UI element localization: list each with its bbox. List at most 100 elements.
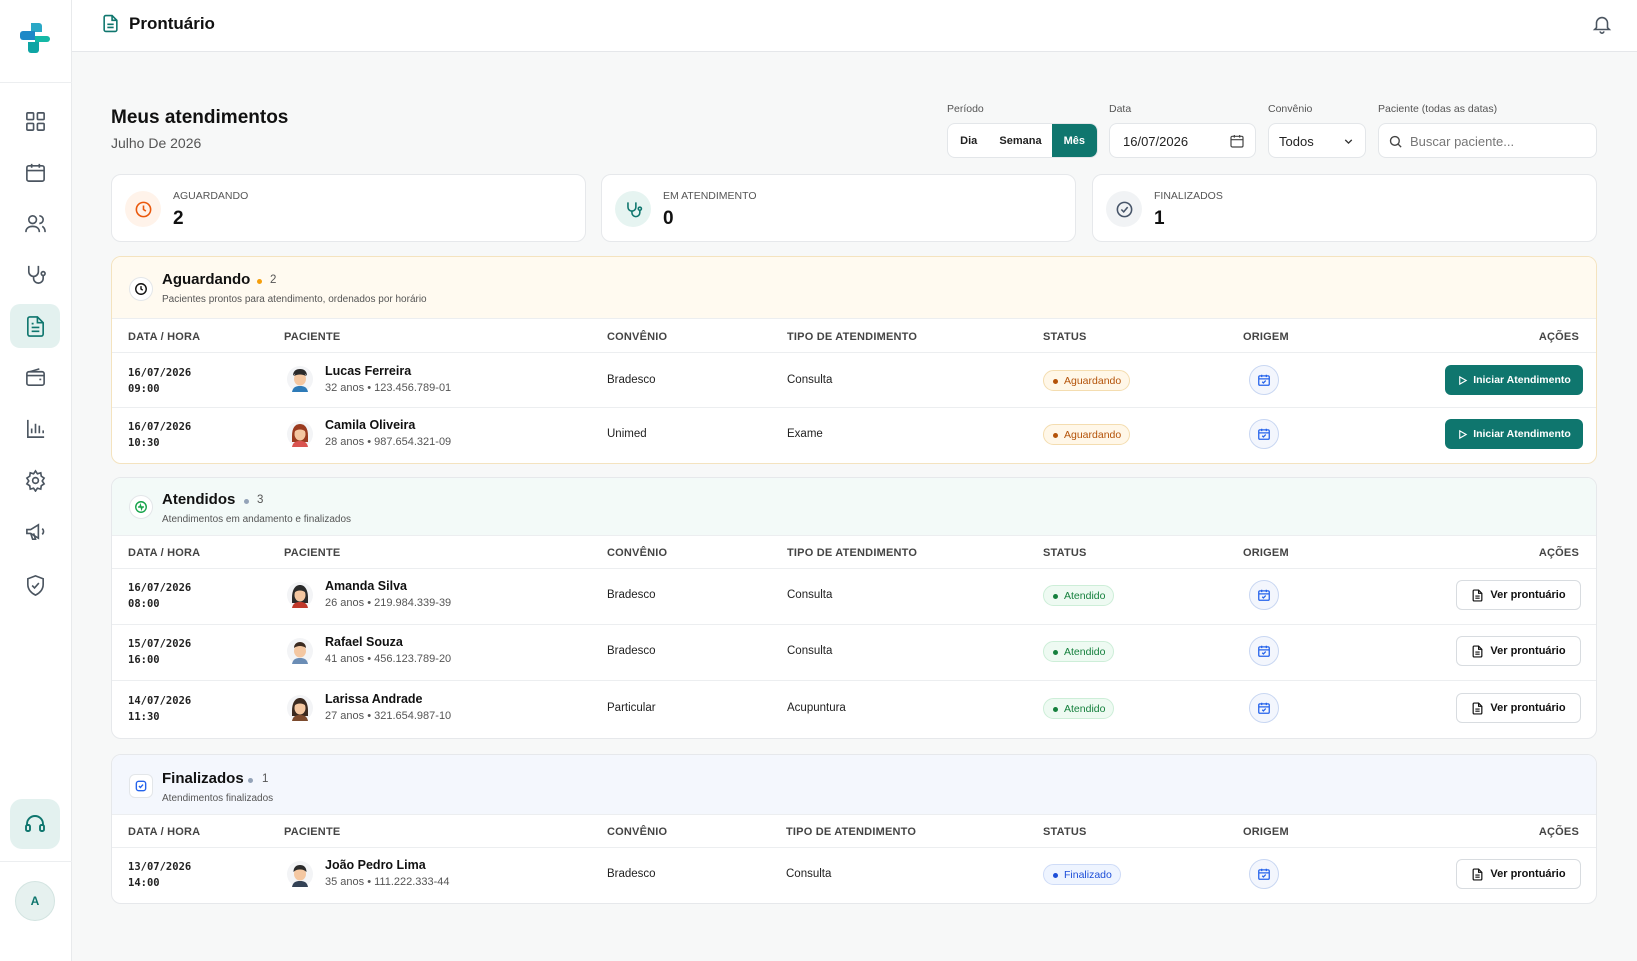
patient-name[interactable]: Larissa Andrade xyxy=(325,692,423,706)
sidebar-item-agenda[interactable] xyxy=(10,150,60,194)
table-row: 16/07/2026 08:00 Amanda Silva 26 anos • 2… xyxy=(112,568,1596,625)
date-value: 16/07/2026 xyxy=(1123,134,1189,149)
section-aguardando: Aguardando 2 Pacientes prontos para aten… xyxy=(111,256,1597,464)
col-header-status: STATUS xyxy=(1043,547,1087,559)
patient-name[interactable]: Camila Oliveira xyxy=(325,418,415,432)
periodo-option-mes[interactable]: Mês xyxy=(1051,124,1097,157)
section-header: Atendidos 3 Atendimentos em andamento e … xyxy=(112,478,1596,536)
row-date: 14/07/2026 11:30 xyxy=(128,695,192,723)
convenio-value: Todos xyxy=(1279,134,1314,149)
section-subtitle: Pacientes prontos para atendimento, orde… xyxy=(162,294,427,305)
clock-icon xyxy=(135,283,147,295)
section-dot xyxy=(244,499,249,504)
status-badge: Aguardando xyxy=(1043,370,1131,391)
stat-value: 1 xyxy=(1154,208,1165,229)
sidebar-divider xyxy=(0,861,72,862)
periodo-option-semana[interactable]: Semana xyxy=(989,124,1051,157)
col-header-tipo: TIPO DE ATENDIMENTO xyxy=(787,331,918,343)
sidebar-item-configuracoes[interactable] xyxy=(10,458,60,502)
document-icon xyxy=(1472,867,1483,881)
convenio-cell: Particular xyxy=(607,702,656,714)
start-attendance-button[interactable]: Iniciar Atendimento xyxy=(1445,419,1583,449)
col-header-data-hora: DATA / HORA xyxy=(128,331,201,343)
check-circle-icon xyxy=(1116,201,1132,217)
origin-button[interactable] xyxy=(1249,580,1279,610)
check-square-icon xyxy=(135,780,147,792)
origin-button[interactable] xyxy=(1249,365,1279,395)
tipo-cell: Consulta xyxy=(787,645,833,657)
sidebar-item-pacientes[interactable] xyxy=(10,201,60,245)
patient-name[interactable]: Rafael Souza xyxy=(325,635,403,649)
section-icon xyxy=(129,774,153,798)
patient-meta: 26 anos • 219.984.339-39 xyxy=(325,597,452,609)
support-button[interactable] xyxy=(10,799,60,849)
col-header-tipo: TIPO DE ATENDIMENTO xyxy=(786,826,917,838)
patient-name[interactable]: João Pedro Lima xyxy=(325,858,426,872)
paciente-label: Paciente (todas as datas) xyxy=(1378,103,1498,115)
section-subtitle: Atendimentos em andamento e finalizados xyxy=(162,514,352,525)
activity-icon xyxy=(135,501,147,513)
view-record-button[interactable]: Ver prontuário xyxy=(1456,580,1581,610)
date-field[interactable]: 16/07/2026 xyxy=(1109,123,1256,158)
calendar-icon xyxy=(1258,374,1270,386)
sidebar-divider xyxy=(0,82,72,83)
user-avatar[interactable]: A xyxy=(15,881,55,921)
convenio-select[interactable]: Todos xyxy=(1268,123,1366,158)
view-record-button[interactable]: Ver prontuário xyxy=(1456,636,1581,666)
row-date: 15/07/2026 16:00 xyxy=(128,638,192,666)
view-record-button[interactable]: Ver prontuário xyxy=(1456,693,1581,723)
view-record-button[interactable]: Ver prontuário xyxy=(1456,859,1581,889)
calendar-icon[interactable] xyxy=(1229,133,1245,149)
patient-meta: 27 anos • 321.654.987-10 xyxy=(325,710,452,722)
tipo-cell: Consulta xyxy=(786,868,832,880)
sidebar-item-relatorios[interactable] xyxy=(10,406,60,450)
patient-name[interactable]: Amanda Silva xyxy=(325,579,407,593)
section-dot xyxy=(257,279,262,284)
bell-icon[interactable] xyxy=(1591,13,1613,35)
sidebar-item-campanhas[interactable] xyxy=(10,509,60,553)
table-row: 13/07/2026 14:00 João Pedro Lima 35 anos … xyxy=(112,847,1596,903)
patient-search xyxy=(1378,123,1597,158)
start-attendance-button[interactable]: Iniciar Atendimento xyxy=(1445,365,1583,395)
table-row: 14/07/2026 11:30 Larissa Andrade 27 anos … xyxy=(112,680,1596,738)
col-header-paciente: PACIENTE xyxy=(284,826,341,838)
col-header-origem: ORIGEM xyxy=(1243,331,1289,343)
section-header: Aguardando 2 Pacientes prontos para aten… xyxy=(112,257,1596,319)
section-finalizados: Finalizados 1 Atendimentos finalizados D… xyxy=(111,754,1597,904)
app-logo[interactable] xyxy=(17,20,53,56)
sidebar: A xyxy=(0,0,72,961)
sidebar-item-dashboard[interactable] xyxy=(10,99,60,143)
sidebar-item-financeiro[interactable] xyxy=(10,355,60,399)
convenio-cell: Unimed xyxy=(607,428,647,440)
convenio-cell: Bradesco xyxy=(607,589,656,601)
section-title: Finalizados xyxy=(162,770,244,787)
origin-button[interactable] xyxy=(1249,859,1279,889)
grid-icon xyxy=(25,111,45,131)
col-header-origem: ORIGEM xyxy=(1243,826,1289,838)
origin-button[interactable] xyxy=(1249,693,1279,723)
sidebar-item-seguranca[interactable] xyxy=(10,563,60,607)
table-row: 15/07/2026 16:00 Rafael Souza 41 anos • 4… xyxy=(112,624,1596,681)
row-date: 16/07/2026 10:30 xyxy=(128,421,192,449)
search-input[interactable] xyxy=(1410,132,1590,150)
origin-button[interactable] xyxy=(1249,419,1279,449)
status-badge: Atendido xyxy=(1043,585,1115,606)
origin-button[interactable] xyxy=(1249,636,1279,666)
table-row: 16/07/2026 09:00 Lucas Ferreira 32 anos •… xyxy=(112,352,1596,408)
sidebar-item-prontuario[interactable] xyxy=(10,304,60,348)
col-header-tipo: TIPO DE ATENDIMENTO xyxy=(787,547,918,559)
calendar-icon xyxy=(1258,702,1270,714)
bar-chart-icon xyxy=(26,419,44,438)
col-header-paciente: PACIENTE xyxy=(284,331,341,343)
section-atendidos: Atendidos 3 Atendimentos em andamento e … xyxy=(111,477,1597,739)
stat-card-aguardando: AGUARDANDO 2 xyxy=(111,174,586,242)
section-count: 1 xyxy=(262,773,269,785)
periodo-option-dia[interactable]: Dia xyxy=(948,124,989,157)
patient-meta: 32 anos • 123.456.789-01 xyxy=(325,382,452,394)
tipo-cell: Acupuntura xyxy=(787,702,846,714)
document-icon xyxy=(26,315,44,337)
play-icon xyxy=(1459,375,1468,385)
sidebar-item-atendimentos[interactable] xyxy=(10,252,60,296)
patient-name[interactable]: Lucas Ferreira xyxy=(325,364,411,378)
section-title: Atendidos xyxy=(162,491,236,508)
